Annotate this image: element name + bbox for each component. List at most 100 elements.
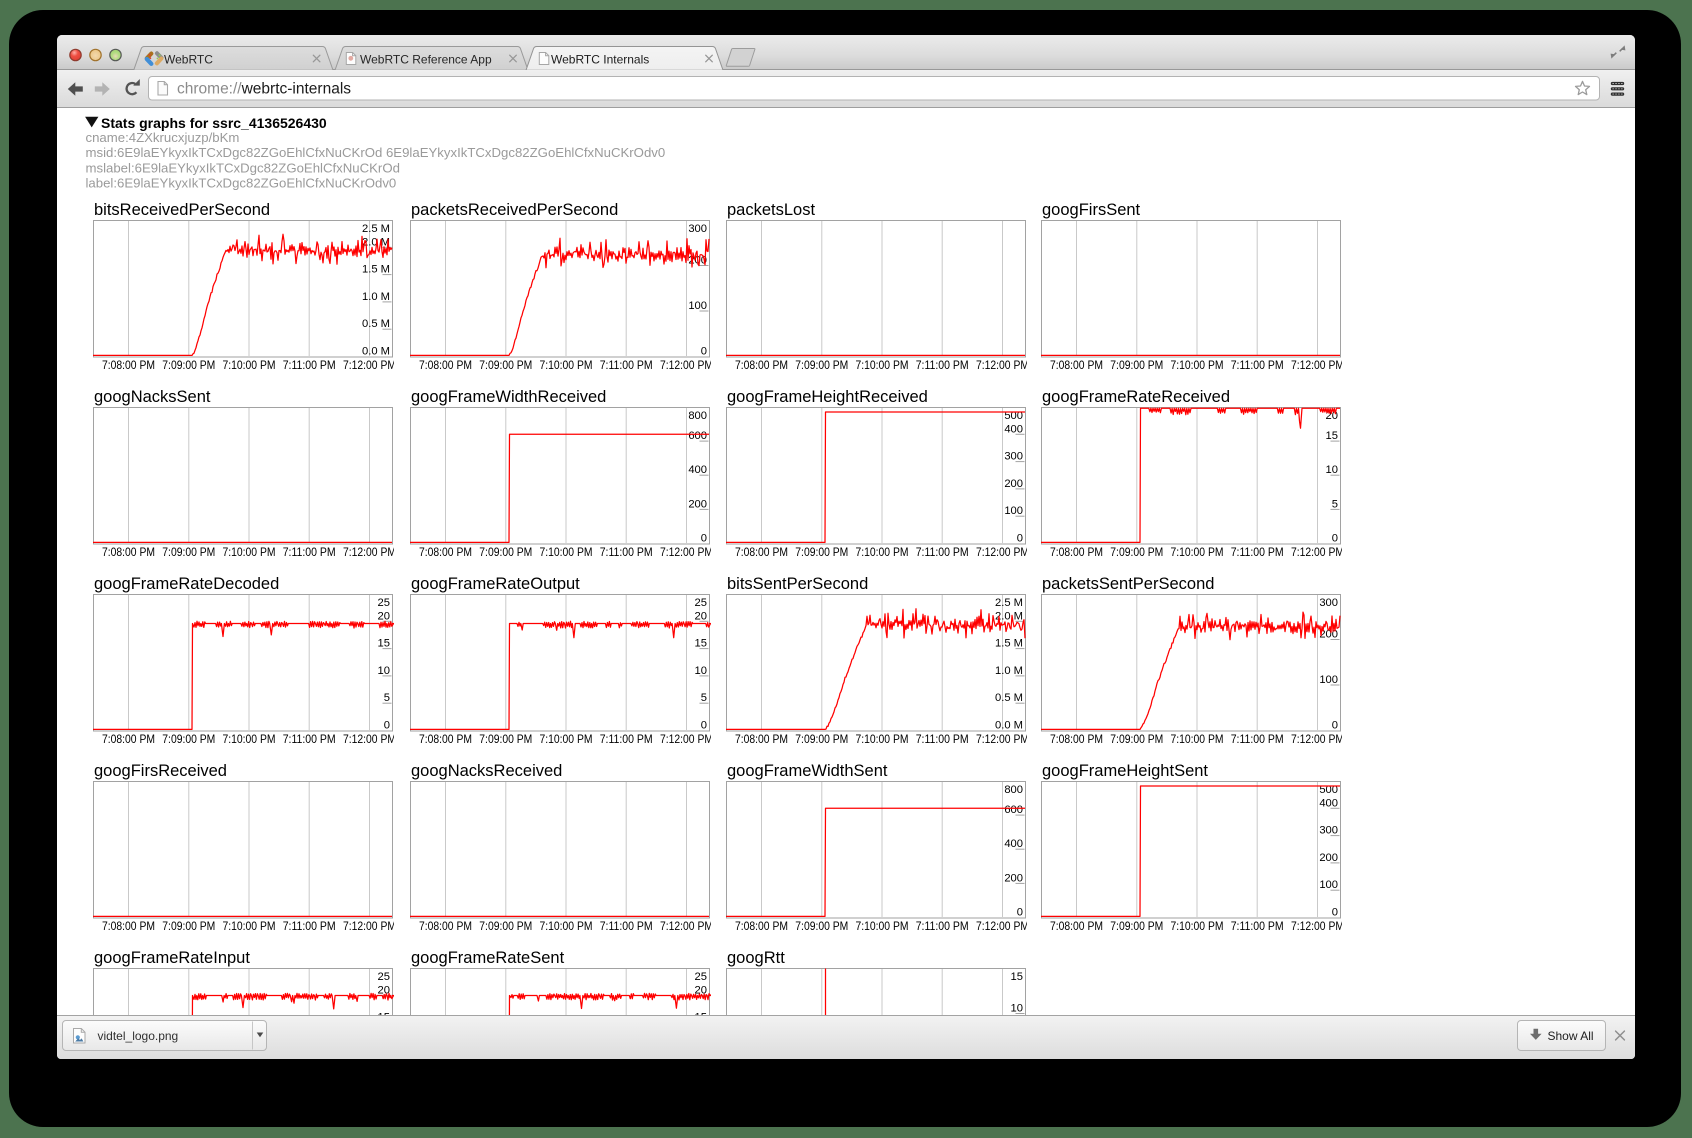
svg-text:7:08:00 PM: 7:08:00 PM: [735, 921, 788, 933]
svg-text:WebRTC Reference App: WebRTC Reference App: [360, 52, 492, 66]
svg-text:0.5 M: 0.5 M: [995, 692, 1023, 704]
svg-text:25: 25: [378, 597, 390, 609]
svg-text:7:09:00 PM: 7:09:00 PM: [1110, 734, 1163, 746]
svg-text:7:11:00 PM: 7:11:00 PM: [916, 547, 969, 559]
svg-text:googNacksSent: googNacksSent: [94, 388, 211, 406]
svg-text:7:09:00 PM: 7:09:00 PM: [479, 360, 532, 372]
svg-text:7:12:00 PM: 7:12:00 PM: [976, 547, 1029, 559]
svg-text:7:11:00 PM: 7:11:00 PM: [600, 734, 653, 746]
svg-text:7:11:00 PM: 7:11:00 PM: [1231, 360, 1284, 372]
svg-text:25: 25: [695, 597, 707, 609]
svg-text:100: 100: [688, 300, 707, 312]
svg-text:7:10:00 PM: 7:10:00 PM: [223, 921, 276, 933]
svg-text:7:08:00 PM: 7:08:00 PM: [102, 734, 155, 746]
svg-text:10: 10: [378, 665, 390, 677]
svg-text:2.5 M: 2.5 M: [995, 597, 1023, 609]
svg-text:7:08:00 PM: 7:08:00 PM: [102, 547, 155, 559]
svg-text:2.5 M: 2.5 M: [362, 223, 390, 235]
svg-text:7:12:00 PM: 7:12:00 PM: [976, 734, 1029, 746]
svg-text:15: 15: [695, 638, 707, 650]
svg-text:200: 200: [688, 498, 707, 510]
svg-text:0: 0: [701, 346, 707, 358]
svg-text:25: 25: [378, 971, 390, 983]
svg-text:7:08:00 PM: 7:08:00 PM: [102, 921, 155, 933]
svg-text:7:10:00 PM: 7:10:00 PM: [1171, 921, 1224, 933]
svg-text:0: 0: [701, 720, 707, 732]
svg-text:7:11:00 PM: 7:11:00 PM: [916, 921, 969, 933]
svg-text:7:11:00 PM: 7:11:00 PM: [283, 734, 336, 746]
svg-text:0.5 M: 0.5 M: [362, 318, 390, 330]
svg-text:0: 0: [1332, 533, 1338, 545]
svg-text:7:12:00 PM: 7:12:00 PM: [1291, 734, 1344, 746]
svg-text:bitsSentPerSecond: bitsSentPerSecond: [727, 575, 868, 593]
svg-text:1.0 M: 1.0 M: [995, 665, 1023, 677]
svg-text:7:10:00 PM: 7:10:00 PM: [540, 734, 593, 746]
svg-text:7:10:00 PM: 7:10:00 PM: [856, 360, 909, 372]
svg-text:Stats graphs for ssrc_41365264: Stats graphs for ssrc_4136526430: [101, 115, 327, 131]
svg-text:googFrameWidthReceived: googFrameWidthReceived: [411, 388, 606, 406]
svg-text:googFrameRateSent: googFrameRateSent: [411, 949, 565, 967]
svg-text:googFrameRateReceived: googFrameRateReceived: [1042, 388, 1230, 406]
svg-text:7:11:00 PM: 7:11:00 PM: [916, 734, 969, 746]
svg-text:7:09:00 PM: 7:09:00 PM: [479, 734, 532, 746]
svg-text:label:6E9laEYkyxIkTCxDgc82ZGoE: label:6E9laEYkyxIkTCxDgc82ZGoEhlCfxNuCKr…: [86, 176, 397, 191]
svg-text:10: 10: [1326, 464, 1338, 476]
svg-text:7:12:00 PM: 7:12:00 PM: [343, 360, 396, 372]
svg-text:7:09:00 PM: 7:09:00 PM: [795, 547, 848, 559]
svg-text:googFrameWidthSent: googFrameWidthSent: [727, 762, 888, 780]
svg-text:7:11:00 PM: 7:11:00 PM: [283, 360, 336, 372]
svg-text:googFrameRateOutput: googFrameRateOutput: [411, 575, 580, 593]
svg-text:400: 400: [1004, 838, 1023, 850]
svg-text:300: 300: [688, 223, 707, 235]
svg-text:100: 100: [1004, 505, 1023, 517]
svg-text:7:08:00 PM: 7:08:00 PM: [1050, 547, 1103, 559]
svg-text:0.0 M: 0.0 M: [995, 720, 1023, 732]
svg-text:cname:4ZXkrucxjuzp/bKm: cname:4ZXkrucxjuzp/bKm: [86, 130, 240, 145]
svg-text:7:11:00 PM: 7:11:00 PM: [1231, 921, 1284, 933]
svg-text:7:08:00 PM: 7:08:00 PM: [1050, 360, 1103, 372]
svg-text:7:10:00 PM: 7:10:00 PM: [856, 921, 909, 933]
svg-text:100: 100: [1319, 674, 1338, 686]
svg-text:7:10:00 PM: 7:10:00 PM: [223, 547, 276, 559]
svg-text:7:08:00 PM: 7:08:00 PM: [735, 734, 788, 746]
svg-text:300: 300: [1004, 451, 1023, 463]
svg-text:7:09:00 PM: 7:09:00 PM: [479, 921, 532, 933]
svg-text:7:12:00 PM: 7:12:00 PM: [660, 734, 713, 746]
svg-text:7:11:00 PM: 7:11:00 PM: [600, 921, 653, 933]
svg-text:7:12:00 PM: 7:12:00 PM: [660, 360, 713, 372]
svg-text:7:08:00 PM: 7:08:00 PM: [419, 547, 472, 559]
svg-text:300: 300: [1319, 597, 1338, 609]
svg-text:15: 15: [1011, 971, 1023, 983]
svg-text:1.0 M: 1.0 M: [362, 291, 390, 303]
svg-text:7:09:00 PM: 7:09:00 PM: [162, 734, 215, 746]
svg-text:7:08:00 PM: 7:08:00 PM: [735, 547, 788, 559]
svg-text:7:12:00 PM: 7:12:00 PM: [343, 547, 396, 559]
svg-text:7:11:00 PM: 7:11:00 PM: [1231, 547, 1284, 559]
svg-text:1.5 M: 1.5 M: [362, 264, 390, 276]
svg-text:7:09:00 PM: 7:09:00 PM: [1110, 921, 1163, 933]
svg-text:5: 5: [384, 692, 390, 704]
svg-text:7:09:00 PM: 7:09:00 PM: [795, 921, 848, 933]
svg-text:7:10:00 PM: 7:10:00 PM: [223, 360, 276, 372]
svg-text:10: 10: [695, 665, 707, 677]
svg-text:1.5 M: 1.5 M: [995, 638, 1023, 650]
svg-text:7:12:00 PM: 7:12:00 PM: [1291, 360, 1344, 372]
svg-text:7:11:00 PM: 7:11:00 PM: [283, 921, 336, 933]
svg-text:googFrameHeightSent: googFrameHeightSent: [1042, 762, 1208, 780]
svg-text:bitsReceivedPerSecond: bitsReceivedPerSecond: [94, 201, 270, 219]
svg-text:7:11:00 PM: 7:11:00 PM: [600, 360, 653, 372]
svg-text:7:08:00 PM: 7:08:00 PM: [735, 360, 788, 372]
svg-text:7:11:00 PM: 7:11:00 PM: [600, 547, 653, 559]
svg-text:400: 400: [1319, 797, 1338, 809]
svg-text:7:12:00 PM: 7:12:00 PM: [660, 921, 713, 933]
svg-text:0.0 M: 0.0 M: [362, 346, 390, 358]
svg-text:200: 200: [1004, 478, 1023, 490]
svg-text:7:12:00 PM: 7:12:00 PM: [343, 734, 396, 746]
svg-text:400: 400: [1004, 423, 1023, 435]
svg-text:packetsReceivedPerSecond: packetsReceivedPerSecond: [411, 201, 618, 219]
svg-text:7:10:00 PM: 7:10:00 PM: [1171, 734, 1224, 746]
svg-text:400: 400: [688, 464, 707, 476]
svg-text:googFirsReceived: googFirsReceived: [94, 762, 227, 780]
svg-text:7:12:00 PM: 7:12:00 PM: [976, 921, 1029, 933]
svg-text:7:10:00 PM: 7:10:00 PM: [223, 734, 276, 746]
